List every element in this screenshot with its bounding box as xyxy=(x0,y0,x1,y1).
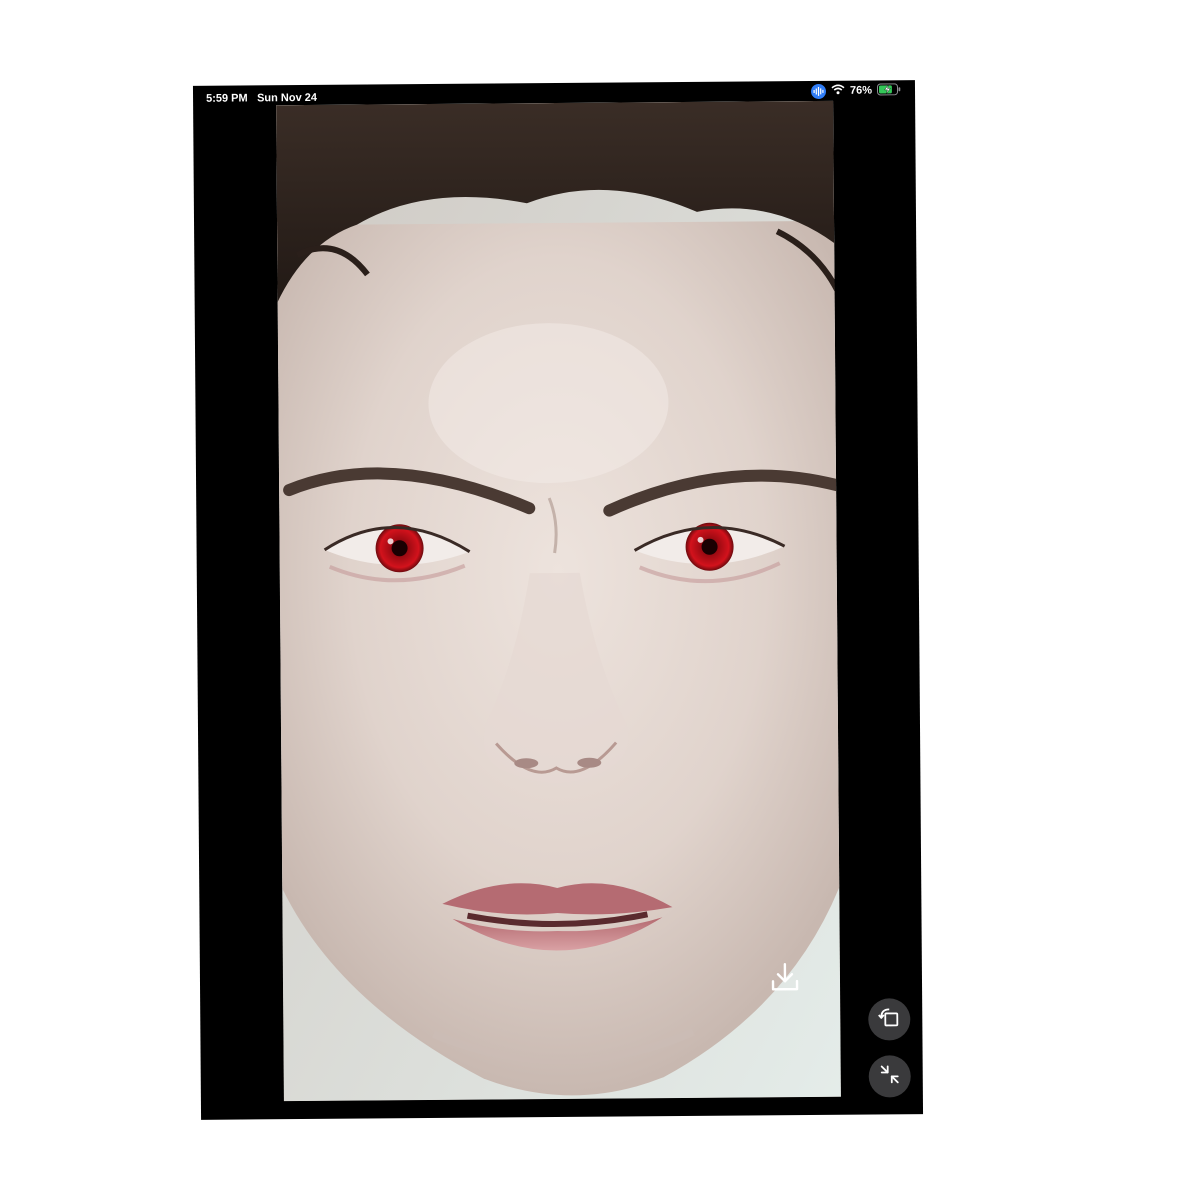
battery-percent: 76% xyxy=(849,84,873,97)
download-button[interactable] xyxy=(765,959,805,999)
status-time: 5:59 PM xyxy=(206,92,248,105)
wifi-icon xyxy=(831,84,845,98)
status-icons: 76% xyxy=(810,82,901,99)
microphone-active-icon xyxy=(810,83,827,99)
exit-fullscreen-icon xyxy=(878,1062,902,1091)
portrait-photo xyxy=(276,100,841,1102)
tablet-screen: 5:59 PM Sun Nov 24 76% xyxy=(192,80,924,1120)
rotate-button[interactable] xyxy=(868,998,911,1041)
status-date: Sun Nov 24 xyxy=(257,91,318,105)
rotate-icon xyxy=(877,1005,901,1034)
exit-fullscreen-button[interactable] xyxy=(868,1055,911,1098)
battery-charging-icon xyxy=(876,82,901,98)
download-icon xyxy=(769,961,801,998)
